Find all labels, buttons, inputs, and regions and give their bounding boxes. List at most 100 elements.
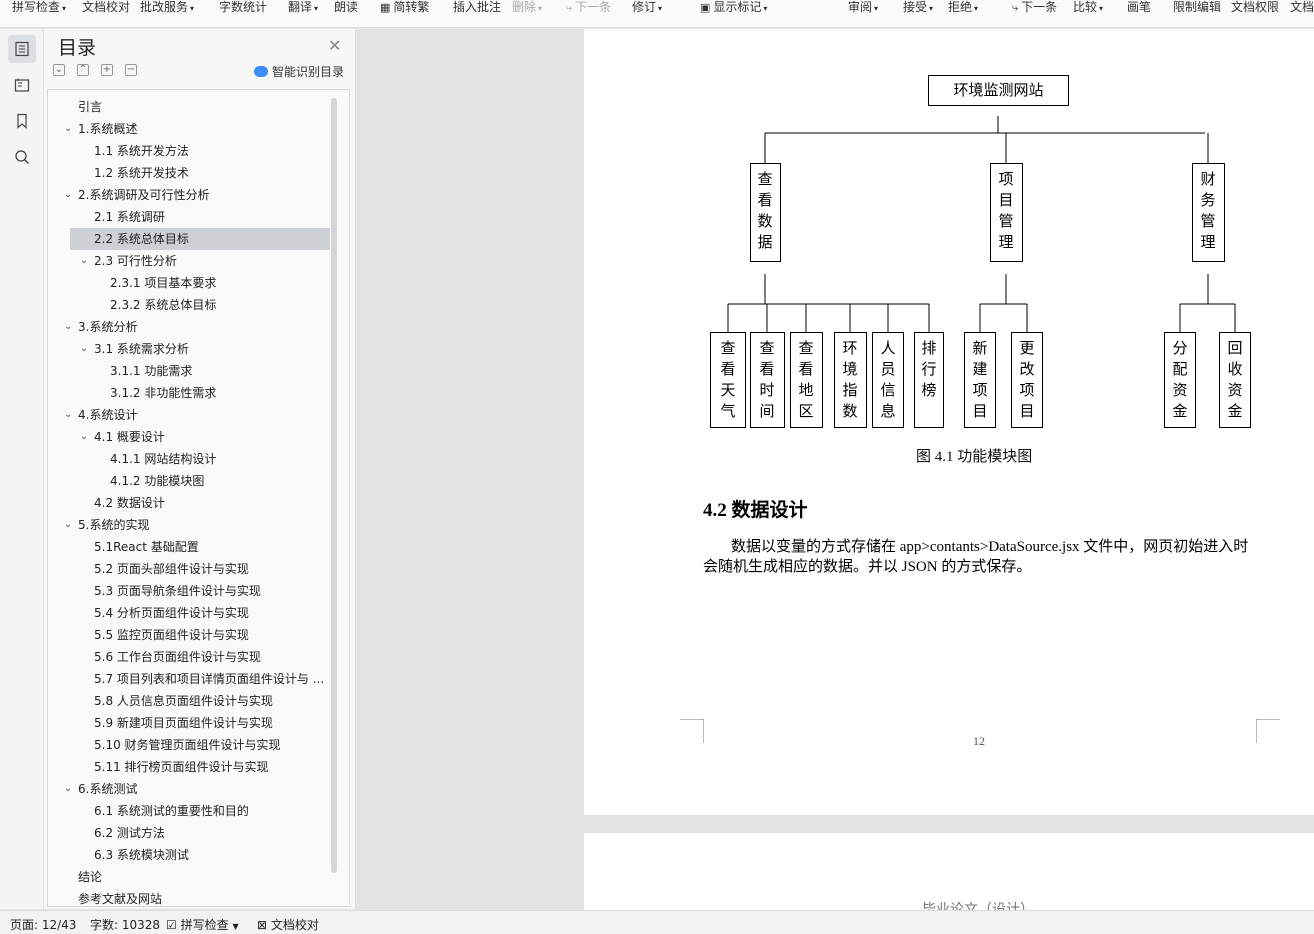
toc-item[interactable]: 6.1 系统测试的重要性和目的 [48, 800, 330, 822]
chevron-down-icon[interactable]: ⌄ [80, 338, 88, 360]
chevron-down-icon: ▾ [538, 4, 543, 13]
toolbar-item-11[interactable]: ▣ 显示标记 ▾ [700, 0, 767, 14]
toc-item-label: 3.1.1 功能需求 [110, 364, 193, 378]
toolbar-item-16[interactable]: 比较 ▾ [1073, 0, 1103, 14]
toc-item[interactable]: ⌄ 3.系统分析 [48, 316, 330, 338]
box-char: 员 [880, 362, 896, 378]
toc-item[interactable]: ⌄ 3.1 系统需求分析 [48, 338, 330, 360]
toc-item[interactable]: ⌄ 4.1 概要设计 [48, 426, 330, 448]
box-char: 行 [921, 362, 937, 378]
toc-item[interactable]: 6.3 系统模块测试 [48, 844, 330, 866]
toc-item[interactable]: 2.3.2 系统总体目标 [48, 294, 330, 316]
box-char: 目 [972, 404, 988, 420]
toc-item-label: 参考文献及网站 [78, 892, 163, 906]
toolbar-item-1[interactable]: 文档校对 [82, 0, 130, 14]
tree-icon [14, 78, 30, 92]
toolbar-item-15[interactable]: ⤷ 下一条 [1012, 0, 1057, 14]
toc-item[interactable]: ⌄ 5.系统的实现 [48, 514, 330, 536]
chevron-down-icon[interactable]: ⌄ [64, 404, 72, 426]
toc-item[interactable]: 5.10 财务管理页面组件设计与实现 [48, 734, 330, 756]
smart-toc-label: 智能识别目录 [272, 65, 345, 79]
nav-pane-button[interactable] [8, 71, 36, 99]
toolbar-item-label: 字数统计 [219, 0, 268, 14]
toc-item[interactable]: 5.3 页面导航条组件设计与实现 [48, 580, 330, 602]
toc-item[interactable]: 5.5 监控页面组件设计与实现 [48, 624, 330, 646]
toc-item[interactable]: 5.1React 基础配置 [48, 536, 330, 558]
toolbar-item-5[interactable]: 朗读 [334, 0, 358, 14]
page-indicator[interactable]: 页面: 12/43 [10, 916, 76, 933]
collapse-all-button[interactable]: ⌄ [53, 64, 65, 76]
page-header: 毕业论文（设计） [922, 902, 1034, 910]
proofread-toggle[interactable]: ⊠ 文档校对 [257, 916, 319, 933]
toc-item[interactable]: 5.6 工作台页面组件设计与实现 [48, 646, 330, 668]
toc-item[interactable]: 2.1 系统调研 [48, 206, 330, 228]
smart-toc-button[interactable]: 智能识别目录 [254, 63, 344, 80]
bookmark-button[interactable] [8, 107, 36, 135]
toc-item[interactable]: 4.2 数据设计 [48, 492, 330, 514]
child-box: 排行榜 [914, 332, 944, 428]
search-button[interactable] [8, 143, 36, 171]
toc-item[interactable]: ⌄ 2.3 可行性分析 [48, 250, 330, 272]
group-box: 财务管理 [1191, 163, 1225, 262]
box-char: 区 [798, 404, 814, 420]
toc-item[interactable]: ⌄ 6.系统测试 [48, 778, 330, 800]
toc-item[interactable]: 结论 [48, 866, 330, 888]
chevron-down-icon[interactable]: ⌄ [64, 778, 72, 800]
toolbar-item-18[interactable]: 限制编辑 [1173, 0, 1221, 14]
toolbar-item-label: 拒绝 [948, 0, 973, 14]
chevron-down-icon[interactable]: ⌄ [80, 426, 88, 448]
close-icon[interactable]: ✕ [328, 36, 341, 55]
toolbar-item-3[interactable]: 字数统计 [219, 0, 267, 14]
remove-heading-button[interactable]: − [125, 64, 137, 76]
chevron-down-icon[interactable]: ⌄ [80, 250, 88, 272]
toc-item[interactable]: 引言 [48, 96, 330, 118]
toc-item[interactable]: 5.11 排行榜页面组件设计与实现 [48, 756, 330, 778]
toolbar-item-14[interactable]: 拒绝 ▾ [948, 0, 978, 14]
toc-item[interactable]: ⌄ 2.系统调研及可行性分析 [48, 184, 330, 206]
toolbar-item-7[interactable]: 插入批注 [453, 0, 501, 14]
toc-item[interactable]: 2.3.1 项目基本要求 [48, 272, 330, 294]
word-count[interactable]: 字数: 10328 [90, 916, 160, 933]
toolbar-item-label: 下一条 [575, 0, 612, 14]
page-number: 12 [973, 734, 985, 748]
toc-item[interactable]: ⌄ 4.系统设计 [48, 404, 330, 426]
toolbar-item-9[interactable]: ⤷ 下一条 [566, 0, 611, 14]
chevron-down-icon[interactable]: ⌄ [64, 316, 72, 338]
add-heading-button[interactable]: + [101, 64, 113, 76]
toc-panel-button[interactable] [8, 35, 36, 63]
toc-item[interactable]: 3.1.1 功能需求 [48, 360, 330, 382]
spell-check-toggle[interactable]: ☑ 拼写检查 ▼ [166, 916, 239, 933]
chevron-down-icon[interactable]: ⌄ [64, 514, 72, 536]
toc-item[interactable]: 4.1.1 网站结构设计 [48, 448, 330, 470]
toolbar-item-20[interactable]: 文档 [1290, 0, 1314, 14]
toolbar-item-2[interactable]: 批改服务 ▾ [140, 0, 194, 14]
toc-item[interactable]: 5.9 新建项目页面组件设计与实现 [48, 712, 330, 734]
toolbar-item-6[interactable]: ▦ 简转繁 [380, 0, 429, 14]
toc-item[interactable]: 3.1.2 非功能性需求 [48, 382, 330, 404]
toolbar-item-12[interactable]: 审阅 ▾ [848, 0, 878, 14]
toolbar-item-19[interactable]: 文档权限 [1231, 0, 1279, 14]
toc-item[interactable]: 参考文献及网站 [48, 888, 330, 906]
toc-item[interactable]: 1.1 系统开发方法 [48, 140, 330, 162]
toc-item[interactable]: 5.2 页面头部组件设计与实现 [48, 558, 330, 580]
box-char: 项 [998, 172, 1014, 188]
toc-item[interactable]: 4.1.2 功能模块图 [48, 470, 330, 492]
toolbar-item-13[interactable]: 接受 ▾ [903, 0, 933, 14]
chevron-down-icon[interactable]: ⌄ [64, 184, 72, 206]
box-char: 收 [1227, 362, 1243, 378]
toc-item[interactable]: 6.2 测试方法 [48, 822, 330, 844]
toolbar-item-0[interactable]: 拼写检查 ▾ [12, 0, 66, 14]
toolbar-item-8[interactable]: 删除 ▾ [512, 0, 542, 14]
toc-scrollbar[interactable] [331, 98, 337, 873]
toc-item[interactable]: 1.2 系统开发技术 [48, 162, 330, 184]
toc-item[interactable]: 2.2 系统总体目标 [70, 228, 330, 250]
chevron-down-icon[interactable]: ⌄ [64, 118, 72, 140]
expand-level-button[interactable]: ⌃ [77, 64, 89, 76]
toc-item[interactable]: 5.4 分析页面组件设计与实现 [48, 602, 330, 624]
toolbar-item-10[interactable]: 修订 ▾ [632, 0, 662, 14]
toc-item[interactable]: 5.8 人员信息页面组件设计与实现 [48, 690, 330, 712]
toc-item[interactable]: ⌄ 1.系统概述 [48, 118, 330, 140]
toolbar-item-17[interactable]: 画笔 [1127, 0, 1151, 14]
toc-item[interactable]: 5.7 项目列表和项目详情页面组件设计与 ... [48, 668, 330, 690]
toolbar-item-4[interactable]: 翻译 ▾ [288, 0, 318, 14]
